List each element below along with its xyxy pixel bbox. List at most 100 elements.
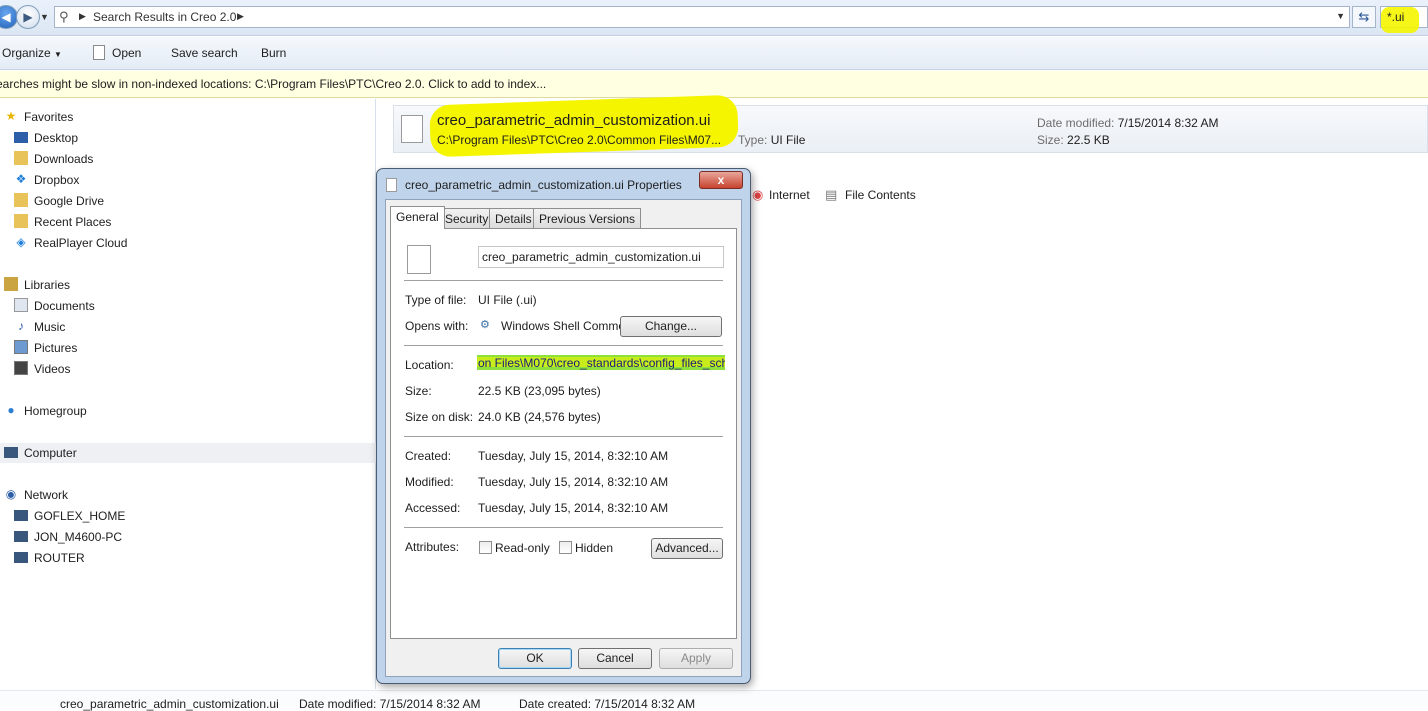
type-of-file-label: Type of file: — [405, 293, 467, 307]
cancel-button[interactable]: Cancel — [578, 648, 652, 669]
dialog-body: General Security Details Previous Versio… — [385, 199, 742, 677]
nav-favorites[interactable]: ★ Favorites — [0, 107, 376, 127]
change-button[interactable]: Change... — [620, 316, 722, 337]
nav-item-music[interactable]: ♪ Music — [0, 317, 376, 337]
nav-item-label: Videos — [34, 362, 71, 376]
organize-button[interactable]: Organize ▼ — [2, 46, 62, 60]
bottom-row-date-created: Date created: 7/15/2014 8:32 AM — [519, 697, 696, 711]
divider — [404, 436, 723, 437]
readonly-checkbox[interactable] — [479, 541, 492, 554]
address-field[interactable]: ⚲ ▶ Search Results in Creo 2.0 ▶ ▼ — [54, 6, 1350, 28]
result-date-modified: Date modified: 7/15/2014 8:32 AM — [1037, 116, 1218, 130]
result-size-label: Size: — [1037, 133, 1064, 147]
nav-item-label: Downloads — [34, 152, 94, 166]
index-info-bar[interactable]: earches might be slow in non-indexed loc… — [0, 71, 1428, 98]
search-icon: ⚲ — [59, 9, 69, 24]
address-dropdown-icon[interactable]: ▼ — [1336, 11, 1345, 21]
info-bar-text: earches might be slow in non-indexed loc… — [0, 77, 547, 91]
search-file-contents-link[interactable]: File Contents — [845, 188, 916, 202]
open-button[interactable]: Open — [112, 46, 141, 60]
nav-item-recent-places[interactable]: Recent Places — [0, 212, 376, 232]
nav-item-router[interactable]: ROUTER — [0, 548, 376, 568]
result-type-value: UI File — [770, 133, 806, 147]
star-icon: ★ — [5, 109, 17, 123]
music-icon: ♪ — [18, 319, 24, 333]
properties-dialog: creo_parametric_admin_customization.ui P… — [376, 168, 751, 684]
nav-item-label: Pictures — [34, 341, 78, 355]
nav-item-label: ROUTER — [34, 551, 85, 565]
nav-item-jon-m4600-pc[interactable]: JON_M4600-PC — [0, 527, 376, 547]
nav-item-pictures[interactable]: Pictures — [0, 338, 376, 358]
size-value: 22.5 KB (23,095 bytes) — [478, 384, 601, 398]
created-value: Tuesday, July 15, 2014, 8:32:10 AM — [478, 449, 669, 463]
search-box[interactable]: *.ui — [1380, 6, 1428, 33]
search-internet-link[interactable]: Internet — [769, 188, 810, 202]
search-query[interactable]: *.ui — [1387, 10, 1404, 24]
nav-item-google-drive[interactable]: Google Drive — [0, 191, 376, 211]
nav-libraries[interactable]: Libraries — [0, 275, 376, 295]
nav-item-label: Documents — [34, 299, 95, 313]
breadcrumb-arrow-icon[interactable]: ▶ — [79, 11, 86, 22]
dialog-title: creo_parametric_admin_customization.ui P… — [405, 178, 682, 192]
advanced-button[interactable]: Advanced... — [651, 538, 723, 559]
tab-details[interactable]: Details — [489, 208, 538, 228]
nav-item-label: Google Drive — [34, 194, 105, 208]
tab-general[interactable]: General — [390, 206, 445, 229]
nav-item-goflex-home[interactable]: GOFLEX_HOME — [0, 506, 376, 526]
tab-security[interactable]: Security — [439, 208, 495, 228]
videos-icon — [14, 361, 28, 375]
save-search-button[interactable]: Save search — [171, 46, 238, 60]
nav-item-dropbox[interactable]: ❖ Dropbox — [0, 170, 376, 190]
opens-with-label: Opens with: — [405, 319, 469, 333]
result-size-value: 22.5 KB — [1067, 133, 1110, 147]
result-file-name[interactable]: creo_parametric_admin_customization.ui — [437, 112, 710, 129]
readonly-label: Read-only — [495, 541, 550, 555]
filename-input[interactable]: creo_parametric_admin_customization.ui — [478, 246, 724, 268]
nav-item-videos[interactable]: Videos — [0, 359, 376, 379]
nav-network[interactable]: ◉ Network — [0, 485, 376, 505]
apply-button[interactable]: Apply — [659, 648, 733, 669]
chevron-down-icon: ▼ — [54, 50, 62, 59]
bottom-row-name: creo_parametric_admin_customization.ui — [60, 697, 279, 711]
modified-value: Tuesday, July 15, 2014, 8:32:10 AM — [478, 475, 669, 489]
search-result-item[interactable]: creo_parametric_admin_customization.ui C… — [393, 94, 1428, 158]
file-icon — [407, 245, 431, 274]
nav-homegroup[interactable]: ● Homegroup — [0, 401, 376, 421]
close-button[interactable]: x — [699, 171, 743, 189]
ok-button[interactable]: OK — [498, 648, 572, 669]
nav-item-label: RealPlayer Cloud — [34, 236, 128, 250]
partial-result-row[interactable]: creo_parametric_admin_customization.ui D… — [0, 690, 1428, 711]
opens-with-value: Windows Shell Commor — [501, 319, 630, 333]
recent-pages-dropdown-icon[interactable]: ▼ — [40, 12, 49, 22]
nav-item-downloads[interactable]: Downloads — [0, 149, 376, 169]
organize-label: Organize — [2, 46, 51, 60]
refresh-button[interactable]: ⇆ — [1352, 6, 1376, 28]
nav-item-documents[interactable]: Documents — [0, 296, 376, 316]
result-date-label: Date modified: — [1037, 116, 1115, 130]
location-value[interactable]: on Files\M070\creo_standards\config_file… — [478, 356, 725, 370]
breadcrumb-search-results[interactable]: Search Results in Creo 2.0 — [93, 10, 236, 24]
nav-item-realplayer-cloud[interactable]: ◈ RealPlayer Cloud — [0, 233, 376, 253]
general-tab-panel: creo_parametric_admin_customization.ui T… — [390, 228, 737, 639]
shell-app-icon: ⚙ — [480, 319, 490, 331]
libraries-icon — [4, 277, 18, 291]
forward-button[interactable]: ▶ — [16, 5, 40, 29]
back-arrow-icon: ◀ — [1, 10, 11, 24]
result-type-label: Type: — [738, 133, 768, 147]
tab-previous-versions[interactable]: Previous Versions — [533, 208, 642, 228]
burn-button[interactable]: Burn — [261, 46, 286, 60]
computer-icon — [14, 510, 28, 521]
nav-item-desktop[interactable]: Desktop — [0, 128, 376, 148]
address-bar: ◀ ▶ ▼ ⚲ ▶ Search Results in Creo 2.0 ▶ ▼… — [0, 0, 1428, 36]
file-contents-icon: ▤ — [825, 187, 838, 202]
breadcrumb-arrow-icon[interactable]: ▶ — [237, 11, 244, 22]
accessed-label: Accessed: — [405, 501, 461, 515]
refresh-icon: ⇆ — [1358, 9, 1370, 24]
recent-places-icon — [14, 214, 28, 228]
pictures-icon — [14, 340, 28, 354]
nav-computer[interactable]: Computer — [0, 443, 376, 463]
computer-icon — [14, 531, 28, 542]
hidden-checkbox[interactable] — [559, 541, 572, 554]
nav-item-label: Desktop — [34, 131, 79, 145]
nav-libraries-label: Libraries — [24, 278, 71, 292]
